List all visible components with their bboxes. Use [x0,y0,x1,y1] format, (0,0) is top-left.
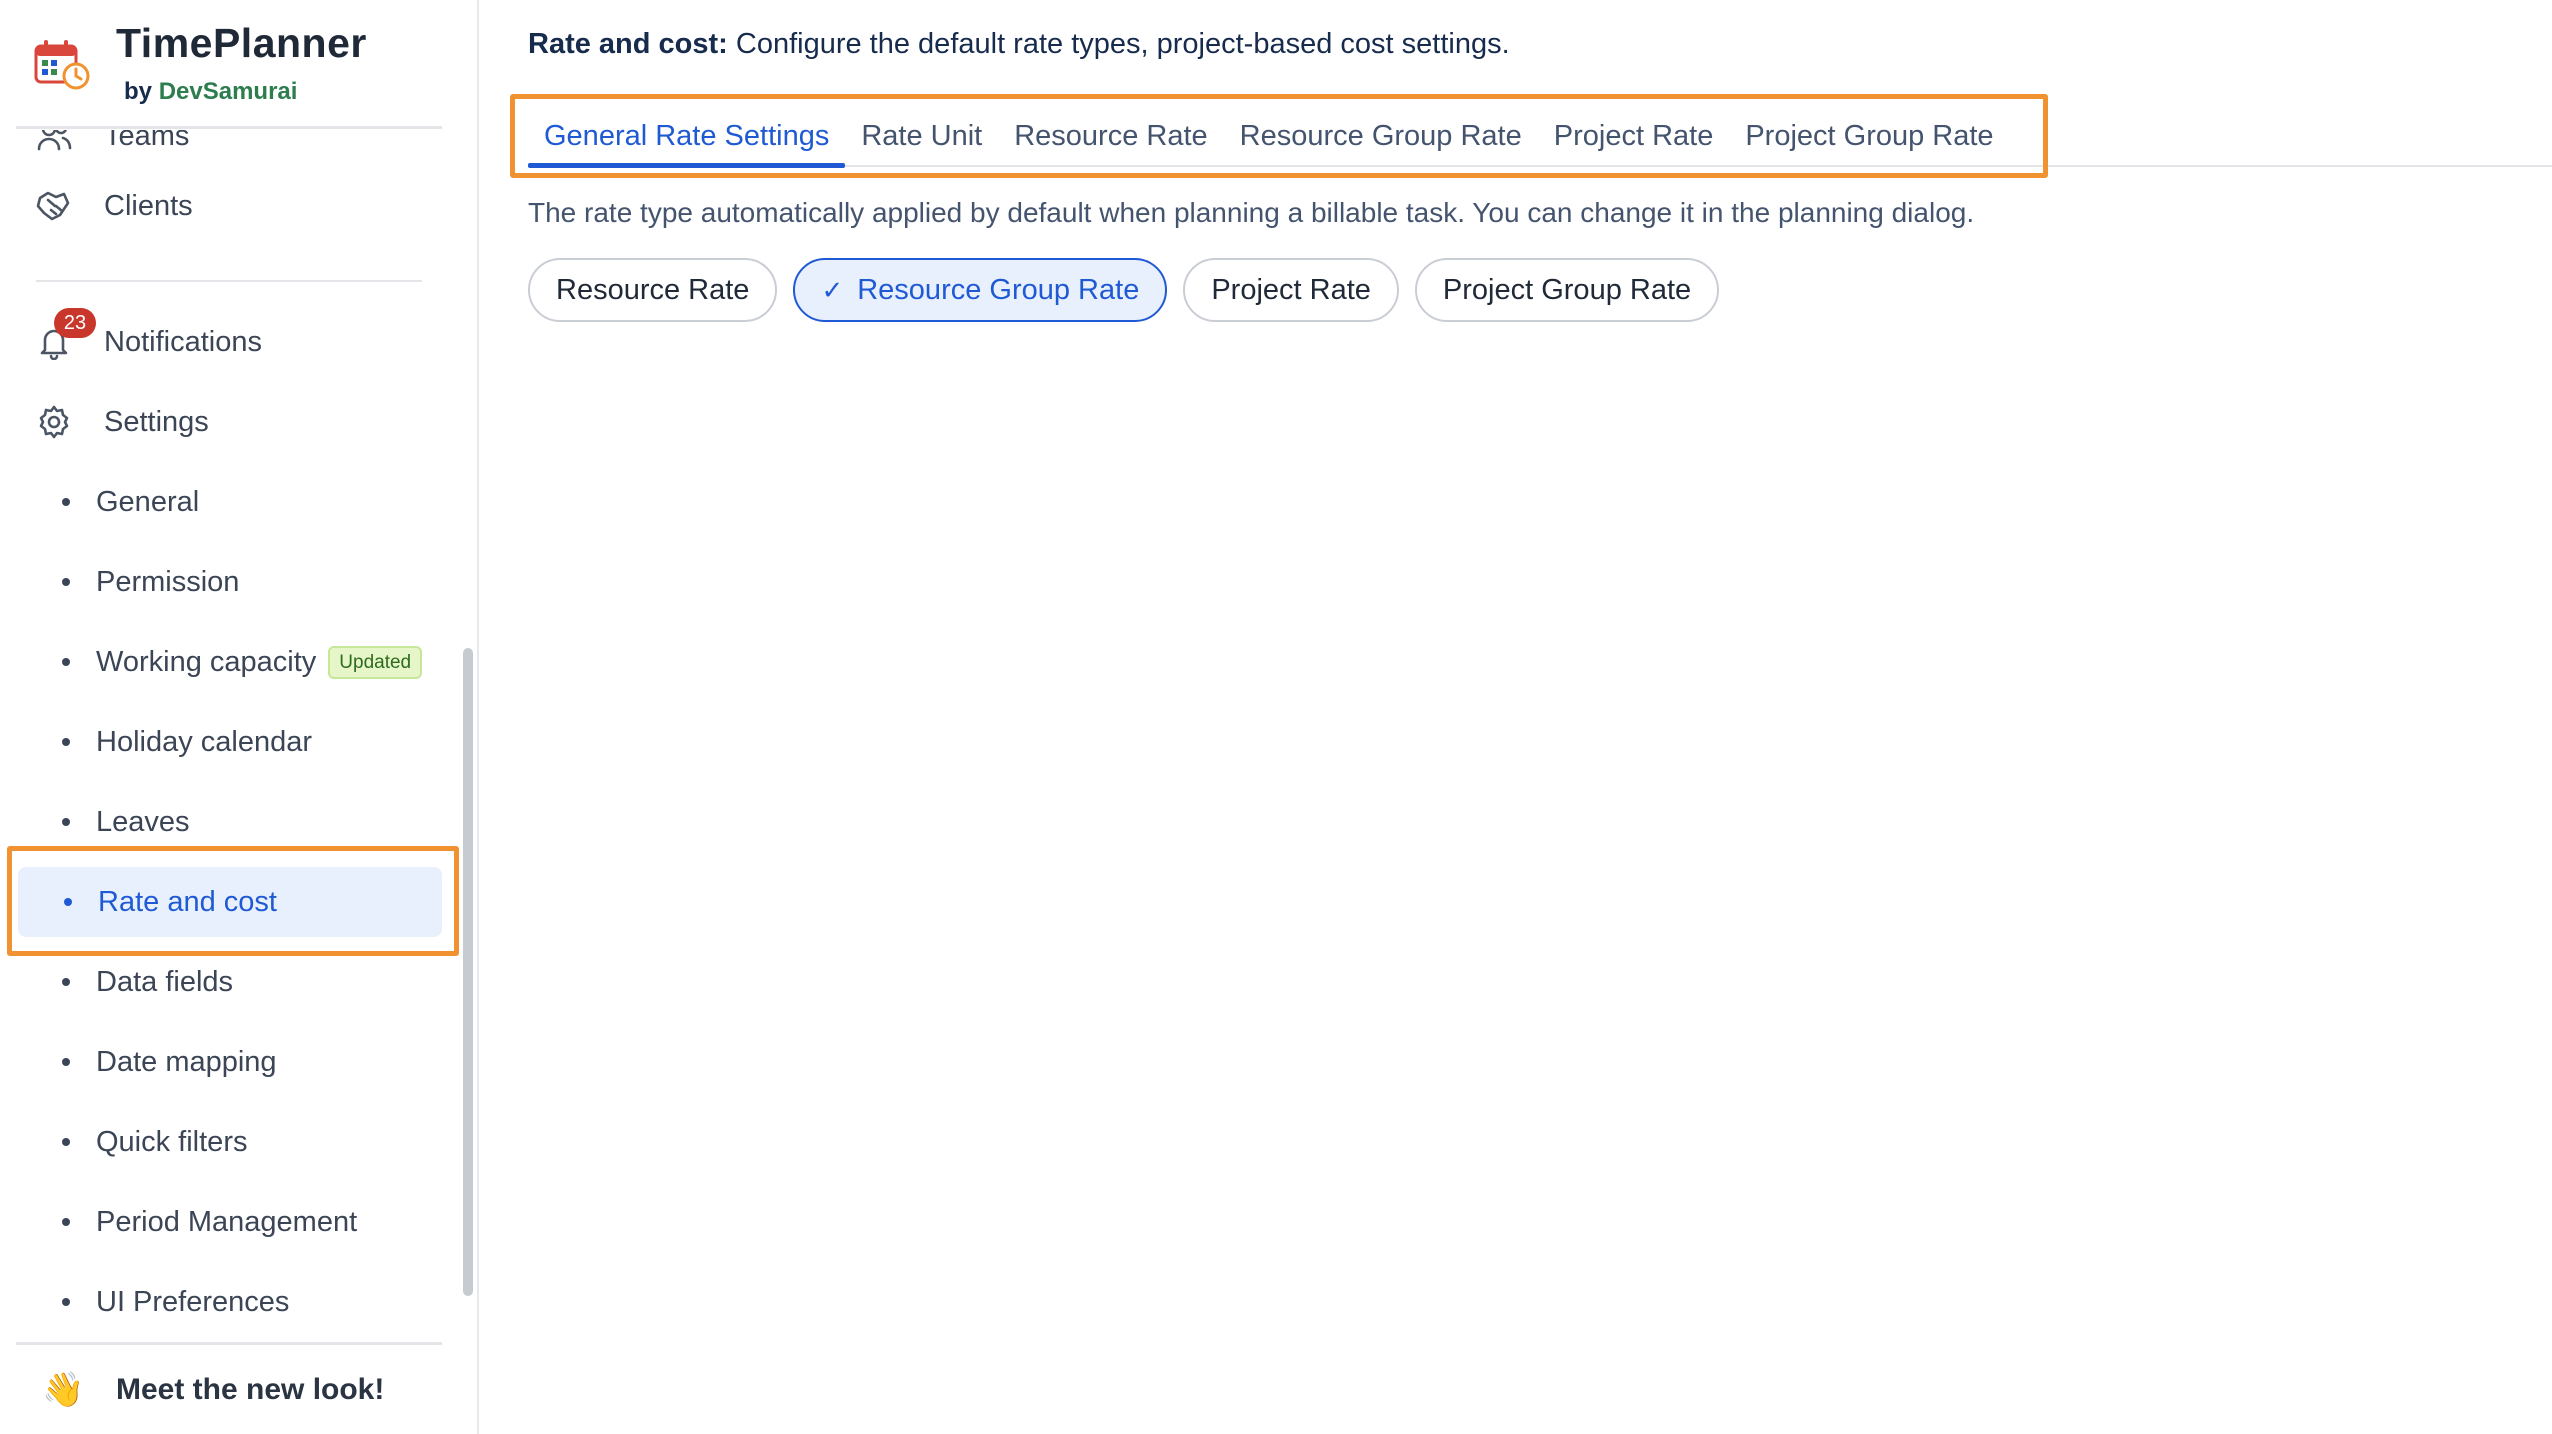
settings-item-working-capacity[interactable]: Working capacity Updated [16,627,442,697]
option-label: Project Group Rate [1442,273,1692,306]
vendor-by: by [124,78,153,105]
main-content: Rate and cost: Configure the default rat… [481,0,2552,1434]
tab-general-rate-settings[interactable]: General Rate Settings [528,104,846,168]
nav-divider [36,280,422,282]
option-label: Project Rate [1211,273,1371,306]
sidebar-nav: Teams Clients 23 Notifications Settings … [0,130,460,1345]
brand[interactable]: TimePlanner by DevSamurai [0,0,479,128]
meet-new-look-label: Meet the new look! [116,1373,385,1406]
sidebar-item-teams[interactable]: Teams [16,130,442,170]
settings-item-label: Working capacity [96,645,317,678]
option-resource-rate[interactable]: Resource Rate [528,258,778,322]
settings-item-quick-filters[interactable]: Quick filters [16,1107,442,1177]
sidebar-item-notifications[interactable]: 23 Notifications [16,308,442,376]
check-icon: ✓ [821,274,844,305]
settings-item-period-management[interactable]: Period Management [16,1187,442,1257]
settings-item-leaves[interactable]: Leaves [16,787,442,857]
settings-item-label: Leaves [96,805,190,838]
meet-new-look-button[interactable]: 👋 Meet the new look! [0,1346,479,1434]
settings-item-label: Rate and cost [98,885,277,918]
brand-divider [16,126,442,129]
settings-item-label: General [96,485,200,518]
option-resource-group-rate[interactable]: ✓ Resource Group Rate [793,258,1168,322]
tab-resource-group-rate[interactable]: Resource Group Rate [1224,104,1538,168]
option-label: Resource Rate [556,273,750,306]
bullet [62,1138,70,1146]
notifications-count-badge: 23 [54,308,96,338]
sidebar-item-label: Settings [104,405,209,438]
sidebar-item-label: Clients [104,189,193,222]
sidebar-item-label: Teams [104,130,190,152]
page-intro: Rate and cost: Configure the default rat… [528,28,1510,61]
default-rate-options: Resource Rate ✓ Resource Group Rate Proj… [528,258,1735,322]
settings-item-label: Permission [96,565,240,598]
settings-item-label: Date mapping [96,1045,277,1078]
option-project-rate[interactable]: Project Rate [1183,258,1399,322]
settings-item-date-mapping[interactable]: Date mapping [16,1027,442,1097]
rate-tabs: General Rate Settings Rate Unit Resource… [528,104,2010,168]
page-intro-title: Rate and cost: [528,28,728,60]
app-title: TimePlanner [116,20,367,66]
bullet [62,978,70,986]
settings-item-label: Quick filters [96,1125,248,1158]
tab-rate-unit[interactable]: Rate Unit [845,104,998,168]
bullet [64,898,72,906]
sidebar-scrollbar-thumb[interactable] [463,648,473,1296]
app-root: TimePlanner by DevSamurai Teams Clients … [0,0,2552,1434]
settings-item-label: UI Preferences [96,1285,290,1318]
page-intro-text: Configure the default rate types, projec… [727,28,1510,60]
teams-icon [34,130,74,156]
tab-project-group-rate[interactable]: Project Group Rate [1729,104,2009,168]
footer-divider [16,1342,442,1345]
settings-item-label: Data fields [96,965,234,998]
app-vendor: by DevSamurai [124,78,297,106]
sidebar: TimePlanner by DevSamurai Teams Clients … [0,0,479,1434]
bullet [62,578,70,586]
default-rate-description: The rate type automatically applied by d… [528,197,1975,228]
gear-icon [34,402,74,442]
bullet [62,1298,70,1306]
settings-item-ui-preferences[interactable]: UI Preferences [16,1267,442,1337]
vendor-name: DevSamurai [158,78,298,105]
bullet [62,818,70,826]
clients-icon [34,186,74,226]
tab-project-rate[interactable]: Project Rate [1538,104,1730,168]
bullet [62,738,70,746]
sidebar-item-settings[interactable]: Settings [16,388,442,456]
sidebar-item-label: Notifications [104,325,262,358]
updated-badge: Updated [328,645,423,679]
bullet [62,1218,70,1226]
calendar-clock-logo-icon [34,40,90,90]
settings-item-rate-and-cost[interactable]: Rate and cost [18,867,442,937]
option-project-group-rate[interactable]: Project Group Rate [1414,258,1720,322]
bullet [62,658,70,666]
settings-item-data-fields[interactable]: Data fields [16,947,442,1017]
bullet [62,498,70,506]
settings-item-holiday-calendar[interactable]: Holiday calendar [16,707,442,777]
option-label: Resource Group Rate [857,273,1140,306]
bell-icon: 23 [34,308,96,362]
tab-resource-rate[interactable]: Resource Rate [998,104,1223,168]
bullet [62,1058,70,1066]
settings-item-label: Holiday calendar [96,725,313,758]
settings-item-general[interactable]: General [16,467,442,537]
sidebar-item-clients[interactable]: Clients [16,172,442,240]
waving-hand-icon: 👋 [42,1371,85,1409]
settings-item-permission[interactable]: Permission [16,547,442,617]
settings-item-label: Period Management [96,1205,358,1238]
